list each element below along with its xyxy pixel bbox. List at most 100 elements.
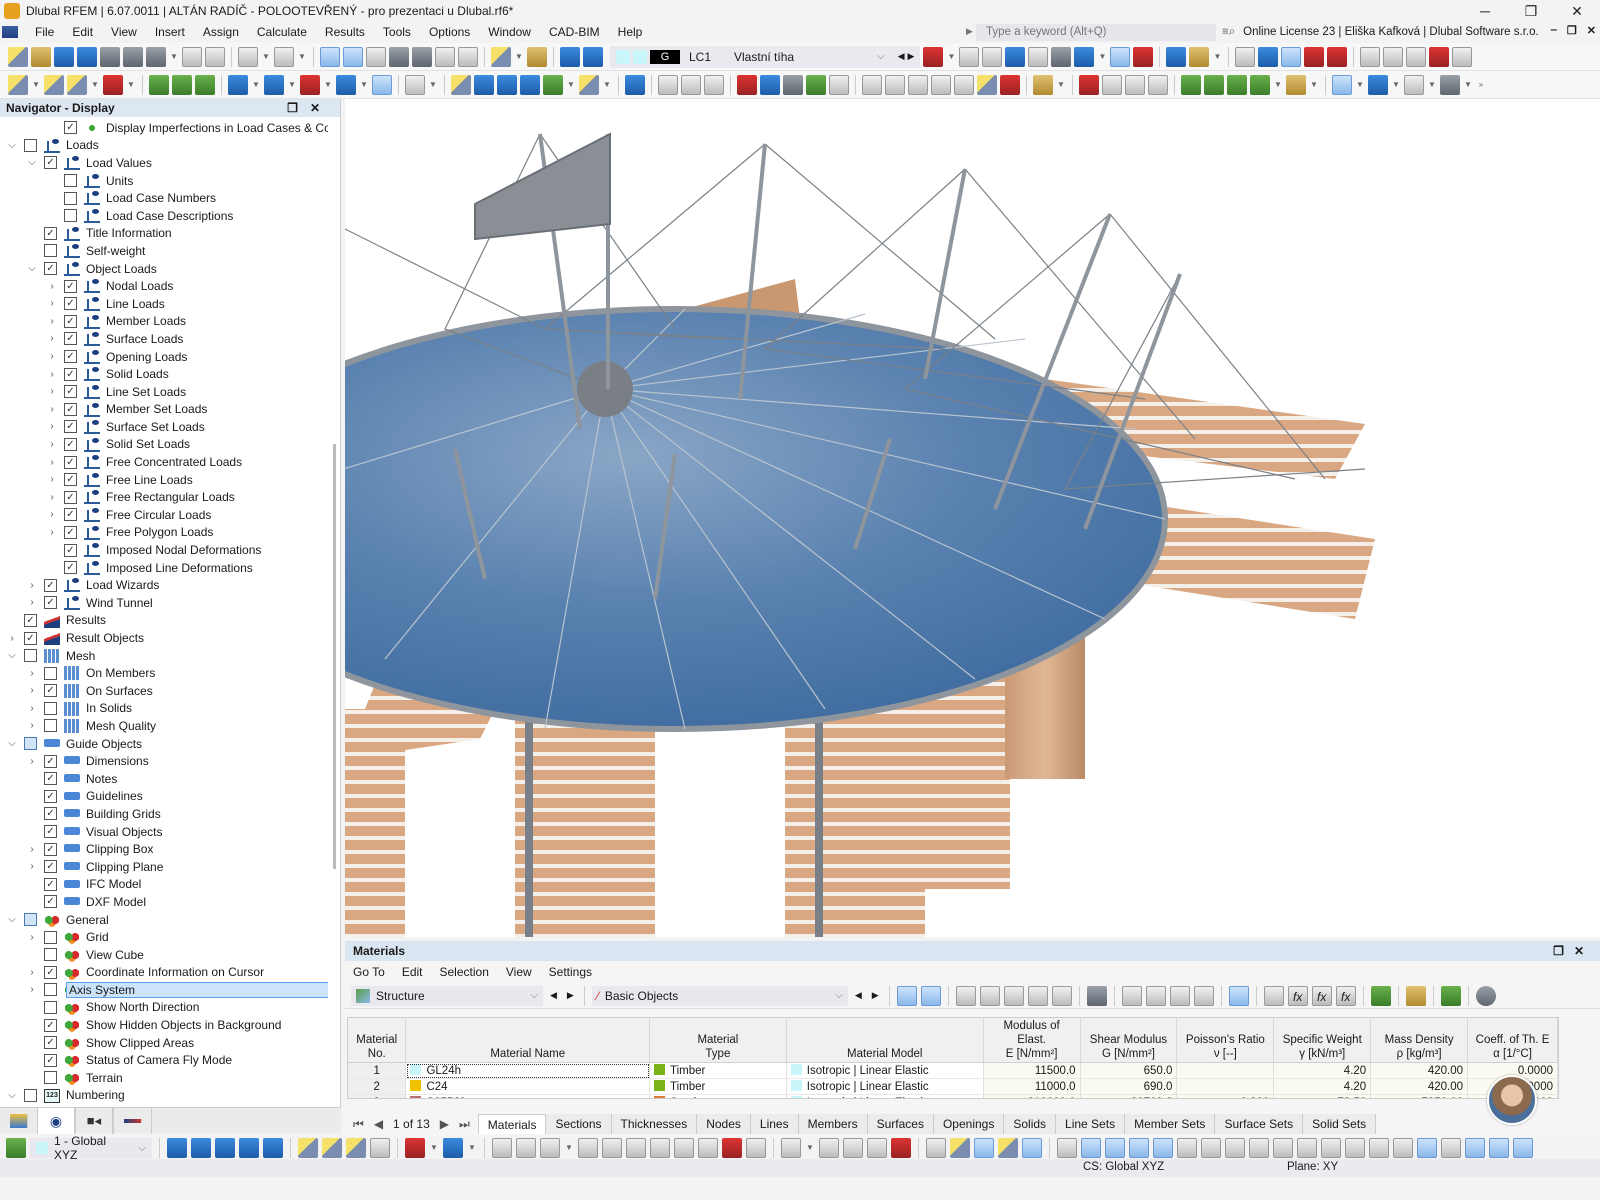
expand-chevron-icon[interactable]: › [26,703,38,714]
member-dropdown-icon[interactable]: ▼ [90,75,100,95]
doc-minimize-icon[interactable]: ‒ [1551,24,1557,37]
expand-chevron-icon[interactable]: › [26,844,38,855]
overflow-icon[interactable]: » [1476,75,1486,95]
load-solid-icon[interactable] [1051,46,1072,67]
snap-icon[interactable] [527,46,547,67]
view-iso-icon[interactable] [167,1138,187,1158]
surface-load-icon[interactable] [520,74,540,95]
expand-chevron-icon[interactable]: › [46,316,58,327]
new-opening-icon[interactable] [300,74,320,95]
tree-item[interactable]: ⌵ ✓ Load Values [0,154,328,172]
osnap-parallel-icon[interactable] [1249,1138,1269,1158]
visibility-checkbox[interactable] [64,174,77,188]
expand-chevron-icon[interactable]: › [46,509,58,520]
cell-name[interactable]: C24 [405,1078,650,1095]
undo-icon[interactable] [238,46,258,67]
tree-item[interactable]: › ✓ On Surfaces [0,682,328,700]
cell-nu[interactable] [1176,1062,1275,1079]
excel-export-icon[interactable] [1370,985,1391,1006]
dlubal-center-icon[interactable] [54,46,74,67]
columns-icon[interactable] [1228,985,1249,1006]
visibility-checkbox[interactable]: ✓ [64,332,77,346]
expand-chevron-icon[interactable]: › [46,281,58,292]
load-case-selector[interactable]: G LC1 Vlastní tíha ⌵ ◀ ▶ [610,45,921,68]
isobands-icon[interactable] [760,74,780,95]
surface-loads-dropdown-icon[interactable]: ▼ [1097,47,1107,67]
visibility-checkbox[interactable] [44,701,57,715]
object-type-select[interactable]: ⁄ Basic Objects ⌵ [591,985,848,1006]
visibility-checkbox[interactable]: ✓ [44,772,57,786]
expand-chevron-icon[interactable]: › [46,386,58,397]
cell-rho[interactable]: 420.00 [1370,1062,1469,1079]
visibility-checkbox[interactable]: ✓ [64,490,77,504]
menu-selection[interactable]: Selection [440,965,489,979]
surface-dropdown-icon[interactable]: ▼ [251,75,261,95]
view-front-icon[interactable] [1304,46,1325,67]
probe-icon[interactable] [1000,74,1020,95]
collapse-chevron-icon[interactable]: ⌵ [26,263,38,274]
cell-name[interactable]: GL24h [405,1062,650,1079]
grid-frame-icon[interactable] [1441,1138,1461,1158]
redo-icon[interactable] [274,46,294,67]
visibility-checkbox[interactable] [44,719,57,733]
cell-rho[interactable]: 420.00 [1370,1078,1469,1095]
tree-item[interactable]: ✓ IFC Model [0,876,328,894]
tab-solid-sets[interactable]: Solid Sets [1303,1114,1377,1134]
new-surface-icon[interactable] [228,74,248,95]
visibility-checkbox[interactable]: ✓ [44,1018,57,1032]
render-icon[interactable] [1286,74,1306,95]
cell-E[interactable]: 210000.0 [983,1094,1081,1098]
view-icon[interactable] [458,46,478,67]
visibility-checkbox[interactable] [44,666,57,680]
3d-viewport[interactable] [345,99,1600,937]
table-row[interactable]: 1 GL24h Timber Isotropic | Linear Elastic 11… [348,1062,1558,1079]
tables-toggle-icon[interactable] [343,46,363,67]
visibility-checkbox[interactable] [64,191,77,205]
close-panel-icon[interactable]: ✕ [1574,944,1594,958]
tree-item[interactable]: ⌵ Guide Objects [0,735,328,753]
tree-item[interactable]: ✓ Imposed Nodal Deformations [0,541,328,559]
delete-icon[interactable] [1086,985,1107,1006]
result-diagram-icon[interactable] [658,74,678,95]
color-scale-icon[interactable] [1033,74,1053,95]
column-header[interactable]: Material Type [649,1018,787,1063]
tree-item[interactable]: Load Case Descriptions [0,207,328,225]
collapse-chevron-icon[interactable]: ⌵ [6,914,18,925]
tree-item[interactable]: › Mesh Quality [0,717,328,735]
visibility-checkbox[interactable] [24,913,37,927]
menu-calculate[interactable]: Calculate [248,22,316,42]
tree-item[interactable]: ✓ Status of Camera Fly Mode [0,1051,328,1069]
prev-arrow-icon[interactable]: ◀ [852,990,865,1001]
tab-lines[interactable]: Lines [750,1114,799,1134]
search-expand-icon[interactable]: ▶ [966,26,973,37]
extend-icon[interactable] [674,1138,694,1158]
render-dropdown-icon[interactable]: ▼ [1309,75,1319,95]
column-header[interactable]: Material Name [405,1018,650,1063]
column-header[interactable]: Coeff. of Th. E α [1/°C] [1467,1018,1558,1063]
sync-view-icon[interactable] [920,985,941,1006]
move-right-icon[interactable] [1193,985,1214,1006]
tree-item[interactable]: Terrain [0,1069,328,1087]
polyline-icon[interactable] [540,1138,560,1158]
expand-chevron-icon[interactable]: › [26,932,38,943]
tree-item[interactable]: › ✓ Dimensions [0,752,328,770]
new-solid-icon[interactable] [264,74,284,95]
line-result-5-icon[interactable] [954,74,974,95]
print-icon[interactable] [146,46,166,67]
rotate-icon[interactable] [1383,46,1404,67]
column-header[interactable]: Poisson's Ratio ν [--] [1176,1018,1275,1063]
cell-E[interactable]: 11000.0 [983,1078,1081,1095]
osnap-line-icon[interactable] [1225,1138,1245,1158]
visibility-checkbox[interactable]: ✓ [44,860,57,874]
tab-member-sets[interactable]: Member Sets [1125,1114,1216,1134]
tree-item[interactable]: › In Solids [0,700,328,718]
tab-nodes[interactable]: Nodes [697,1114,751,1134]
redo-dropdown-icon[interactable]: ▼ [297,47,307,67]
cell-E[interactable]: 11500.0 [983,1062,1081,1079]
magnet-icon[interactable] [1105,1138,1125,1158]
polyline-dropdown-icon[interactable]: ▼ [564,1138,574,1158]
tree-item[interactable]: ✓ Show Hidden Objects in Background [0,1016,328,1034]
load-values-2-icon[interactable] [1028,46,1049,67]
tree-item[interactable]: ⌵ 123 Numbering [0,1087,328,1105]
visibility-checkbox[interactable] [24,138,37,152]
